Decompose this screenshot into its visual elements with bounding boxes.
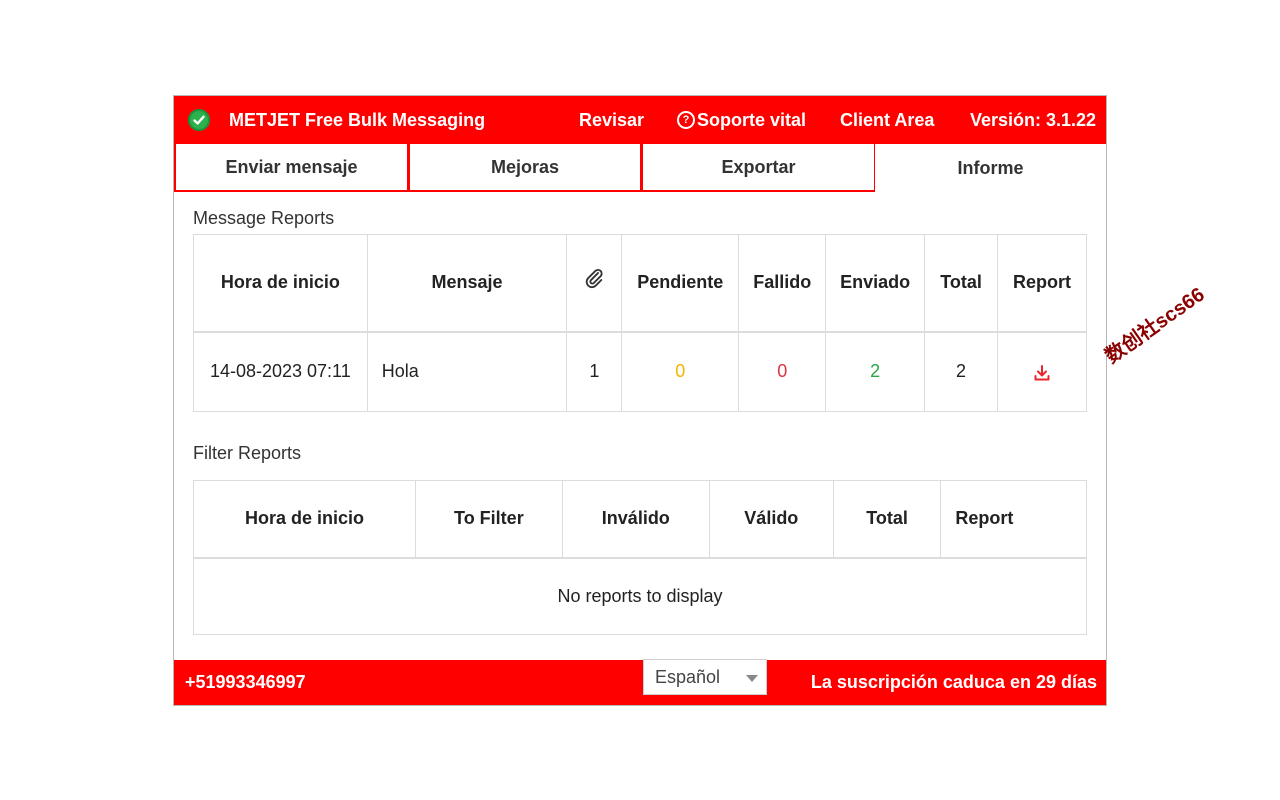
watermark: 数创社scs66 bbox=[1101, 283, 1209, 368]
table-header-row: Hora de inicio To Filter Inválido Válido… bbox=[192, 480, 1087, 559]
top-bar: METJET Free Bulk Messaging Revisar ? Sopo… bbox=[174, 96, 1106, 144]
tab-export[interactable]: Exportar bbox=[641, 144, 876, 192]
tab-label: Enviar mensaje bbox=[225, 156, 358, 177]
support-link[interactable]: ? Soporte vital bbox=[677, 96, 806, 144]
language-value: Español bbox=[655, 666, 721, 687]
help-circle-icon: ? bbox=[677, 111, 695, 129]
empty-row: No reports to display bbox=[193, 557, 1087, 635]
col-start-time: Hora de inicio bbox=[192, 480, 417, 559]
cell-failed: 0 bbox=[738, 331, 827, 412]
col-total: Total bbox=[832, 480, 942, 559]
col-valid: Válido bbox=[708, 480, 834, 559]
message-reports-table: Hora de inicio Mensaje Pendiente Fallido… bbox=[193, 234, 1087, 412]
cell-attachments: 1 bbox=[566, 331, 623, 412]
download-icon[interactable] bbox=[1033, 361, 1051, 381]
tab-label: Informe bbox=[957, 157, 1024, 178]
chevron-down-icon bbox=[746, 675, 758, 682]
cell-pending: 0 bbox=[621, 331, 740, 412]
brand: METJET Free Bulk Messaging bbox=[188, 96, 485, 144]
extension-popup: METJET Free Bulk Messaging Revisar ? Sopo… bbox=[173, 95, 1107, 706]
tab-report[interactable]: Informe bbox=[875, 144, 1106, 192]
cell-report bbox=[997, 331, 1087, 412]
col-report: Report bbox=[940, 480, 1087, 559]
cell-sent: 2 bbox=[825, 331, 926, 412]
version-label: Versión: 3.1.22 bbox=[970, 110, 1097, 130]
tab-improvements[interactable]: Mejoras bbox=[408, 144, 642, 192]
col-invalid: Inválido bbox=[561, 480, 710, 559]
language-select[interactable]: Español bbox=[643, 659, 767, 695]
cell-total: 2 bbox=[924, 331, 999, 412]
subscription-expiry: La suscripción caduca en 29 días bbox=[810, 672, 1097, 692]
table-header-row: Hora de inicio Mensaje Pendiente Fallido… bbox=[193, 234, 1087, 333]
filter-reports-table: Hora de inicio To Filter Inválido Válido… bbox=[192, 480, 1087, 635]
tab-label: Exportar bbox=[721, 156, 796, 177]
filter-reports-title: Filter Reports bbox=[193, 443, 302, 463]
col-message: Mensaje bbox=[366, 234, 568, 333]
col-start-time: Hora de inicio bbox=[193, 234, 368, 333]
col-report: Report bbox=[997, 234, 1087, 333]
col-to-filter: To Filter bbox=[415, 480, 563, 559]
table-row: 14-08-2023 07:11 Hola 1 0 0 2 2 bbox=[193, 331, 1087, 412]
cell-start-time: 14-08-2023 07:11 bbox=[193, 331, 368, 412]
col-attachments bbox=[566, 234, 623, 333]
support-link-label: Soporte vital bbox=[697, 110, 807, 130]
verified-check-icon bbox=[188, 109, 210, 131]
tab-bar: Enviar mensaje Mejoras Exportar Informe bbox=[174, 144, 1106, 192]
tab-send-message[interactable]: Enviar mensaje bbox=[174, 144, 409, 192]
cell-message: Hola bbox=[366, 331, 568, 412]
paperclip-icon bbox=[583, 268, 605, 293]
tab-label: Mejoras bbox=[490, 156, 560, 177]
review-link[interactable]: Revisar bbox=[579, 96, 644, 144]
col-failed: Fallido bbox=[738, 234, 827, 333]
phone-number: +51993346997 bbox=[185, 672, 306, 692]
client-area-link[interactable]: Client Area bbox=[840, 96, 934, 144]
brand-title: METJET Free Bulk Messaging bbox=[229, 109, 486, 130]
col-total: Total bbox=[924, 234, 999, 333]
col-sent: Enviado bbox=[825, 234, 926, 333]
empty-message: No reports to display bbox=[193, 557, 1087, 635]
message-reports-title: Message Reports bbox=[193, 208, 335, 228]
footer-bar: +51993346997 Español La suscripción cadu… bbox=[174, 659, 1106, 705]
col-pending: Pendiente bbox=[621, 234, 740, 333]
